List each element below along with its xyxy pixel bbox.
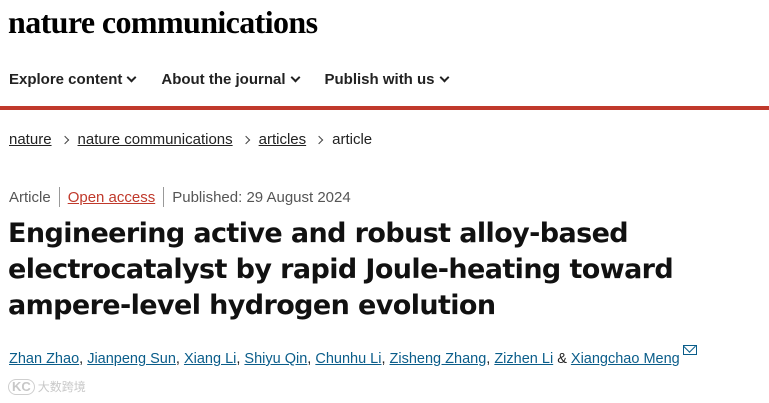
chevron-right-icon [241,135,250,144]
watermark-text: 大数跨境 [37,380,86,394]
author-link[interactable]: Chunhu Li [315,351,381,367]
meta-divider [163,187,165,207]
nav-about-journal[interactable]: About the journal [161,70,300,88]
breadcrumb-articles[interactable]: articles [259,131,307,148]
watermark: KC 大数跨境 [8,378,86,395]
author-list: Zhan Zhao, Jianpeng Sun, Xiang Li, Shiyu… [9,345,764,367]
chevron-down-icon [126,72,137,82]
author-link[interactable]: Zhan Zhao [9,351,79,367]
article-title: Engineering active and robust alloy-base… [8,218,674,321]
site-logo[interactable]: nature communications [8,4,318,40]
breadcrumb: nature nature communications articles ar… [9,131,372,148]
chevron-down-icon [290,72,300,82]
header-divider [0,106,769,110]
chevron-right-icon [314,135,324,144]
breadcrumb-nature[interactable]: nature [9,131,52,148]
chevron-right-icon [60,135,69,144]
author-link[interactable]: Xiang Li [184,351,236,367]
nav-label: Publish with us [324,70,435,88]
meta-divider [58,187,60,207]
author-conjunction: & [557,351,567,367]
chevron-down-icon [439,72,449,82]
article-meta: Article Open access Published: 29 August… [9,187,351,207]
watermark-logo: KC [8,378,35,395]
breadcrumb-current: article [332,131,373,148]
main-nav: Explore content About the journal Publis… [9,68,449,90]
nav-publish-with-us[interactable]: Publish with us [324,70,449,88]
nav-explore-content[interactable]: Explore content [9,70,137,88]
article-type: Article [9,188,51,206]
author-link[interactable]: Jianpeng Sun [87,351,176,367]
author-link[interactable]: Zisheng Zhang [390,351,487,367]
nav-label: Explore content [9,70,123,88]
author-link[interactable]: Xiangchao Meng [571,351,680,367]
author-link[interactable]: Shiyu Qin [244,351,307,367]
email-icon[interactable] [682,345,697,355]
author-link[interactable]: Zizhen Li [494,351,553,367]
published-date: Published: 29 August 2024 [172,188,351,206]
breadcrumb-nature-communications[interactable]: nature communications [78,131,233,148]
nav-label: About the journal [161,70,286,88]
open-access-link[interactable]: Open access [68,189,156,206]
